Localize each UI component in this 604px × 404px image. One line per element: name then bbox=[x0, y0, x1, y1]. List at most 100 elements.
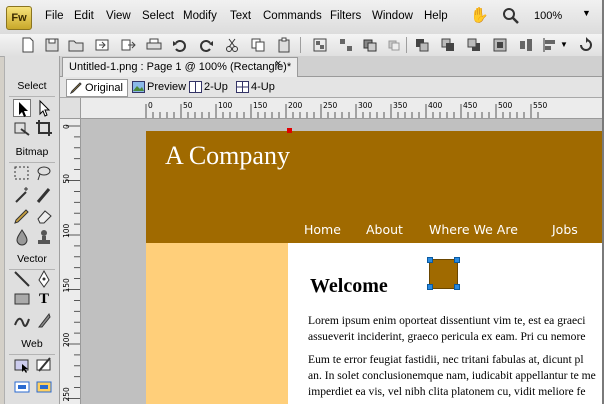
tab-4up-label: 4-Up bbox=[251, 81, 275, 93]
toolbar-separator bbox=[406, 37, 407, 53]
hide-slices-icon[interactable] bbox=[13, 378, 31, 396]
undo-icon[interactable] bbox=[172, 37, 188, 53]
scale-tool-icon[interactable] bbox=[13, 119, 31, 137]
selection-handle[interactable] bbox=[427, 284, 433, 290]
bring-to-front-icon[interactable] bbox=[414, 37, 430, 53]
tools-panel: Select Bitmap Vector T Web bbox=[4, 56, 60, 404]
left-column[interactable] bbox=[146, 243, 288, 404]
new-document-icon[interactable] bbox=[20, 37, 36, 53]
text-tool-icon[interactable]: T bbox=[35, 290, 53, 308]
tab-2up[interactable]: 2-Up bbox=[188, 79, 228, 95]
hand-icon[interactable]: ✋ bbox=[470, 7, 489, 25]
ruler-label: 350 bbox=[393, 101, 408, 110]
ruler-label: 50 bbox=[183, 101, 193, 110]
magic-wand-tool-icon[interactable] bbox=[13, 186, 31, 204]
nav-jobs: Jobs bbox=[552, 222, 578, 237]
tab-2up-label: 2-Up bbox=[204, 81, 228, 93]
vertical-ruler[interactable]: 0 50 100 150 200 250 bbox=[60, 118, 81, 404]
menu-file[interactable]: File bbox=[45, 10, 64, 22]
selection-handle[interactable] bbox=[454, 284, 460, 290]
print-icon[interactable] bbox=[146, 37, 162, 53]
tab-4up[interactable]: 4-Up bbox=[235, 79, 275, 95]
menu-help[interactable]: Help bbox=[424, 10, 448, 22]
send-to-back-icon[interactable] bbox=[492, 37, 508, 53]
crop-tool-icon[interactable] bbox=[35, 119, 53, 137]
chevron-down-icon[interactable]: ▼ bbox=[582, 8, 592, 22]
ungroup-icon[interactable] bbox=[338, 37, 354, 53]
tab-preview[interactable]: Preview bbox=[131, 79, 186, 95]
divider bbox=[9, 354, 55, 355]
distribute-icon[interactable] bbox=[518, 37, 534, 53]
pencil-tool-icon[interactable] bbox=[13, 207, 31, 225]
marquee-tool-icon[interactable] bbox=[13, 164, 31, 182]
paste-icon[interactable] bbox=[276, 37, 292, 53]
menu-edit[interactable]: Edit bbox=[74, 10, 94, 22]
lasso-tool-icon[interactable] bbox=[35, 164, 53, 182]
rectangle-tool-icon[interactable] bbox=[13, 290, 31, 308]
close-icon[interactable]: × bbox=[275, 58, 281, 70]
menu-text[interactable]: Text bbox=[230, 10, 251, 22]
pointer-tool-icon[interactable] bbox=[13, 99, 31, 117]
redo-icon[interactable] bbox=[198, 37, 214, 53]
selection-handle[interactable] bbox=[427, 257, 433, 263]
ruler-label: 450 bbox=[463, 101, 478, 110]
welcome-heading[interactable]: Welcome bbox=[310, 275, 388, 298]
rubber-stamp-tool-icon[interactable] bbox=[35, 228, 53, 246]
group-icon[interactable] bbox=[312, 37, 328, 53]
ruler-origin-marker bbox=[287, 128, 292, 133]
zoom-level[interactable]: 100% bbox=[534, 10, 562, 22]
blur-tool-icon[interactable] bbox=[13, 228, 31, 246]
selection-handle[interactable] bbox=[454, 257, 460, 263]
freeform-tool-icon[interactable] bbox=[13, 311, 31, 329]
horizontal-ruler[interactable]: 0 50 100 150 200 250 300 350 400 450 500 550 bbox=[60, 98, 604, 119]
header-band[interactable]: A Company Home About Where We Are Jobs bbox=[146, 131, 604, 243]
rotate-icon[interactable] bbox=[578, 37, 594, 53]
pen-tool-icon[interactable] bbox=[35, 270, 53, 288]
tab-original[interactable]: Original bbox=[66, 79, 128, 97]
subselection-tool-icon[interactable] bbox=[35, 99, 53, 117]
ruler-label: 150 bbox=[62, 278, 71, 293]
line-tool-icon[interactable] bbox=[13, 270, 31, 288]
nav-home: Home bbox=[304, 222, 341, 237]
slice-tool-icon[interactable] bbox=[35, 356, 53, 374]
ruler-label: 200 bbox=[288, 101, 303, 110]
zoom-icon[interactable] bbox=[502, 7, 520, 25]
knife-tool-icon[interactable] bbox=[35, 311, 53, 329]
ruler-ticks: 0 50 100 150 200 250 bbox=[62, 124, 80, 402]
nav-where-we-are: Where We Are bbox=[429, 222, 518, 237]
bring-forward-icon[interactable] bbox=[440, 37, 456, 53]
menu-commands[interactable]: Commands bbox=[263, 10, 322, 22]
ruler-corner bbox=[60, 98, 81, 119]
ruler-label: 0 bbox=[62, 124, 71, 129]
brush-tool-icon[interactable] bbox=[35, 186, 53, 204]
import-icon[interactable] bbox=[94, 37, 110, 53]
paragraph-2[interactable]: Eum te error feugiat fastidii, nec trita… bbox=[308, 352, 604, 400]
ruler-label: 250 bbox=[62, 387, 71, 402]
menu-view[interactable]: View bbox=[106, 10, 131, 22]
save-icon[interactable] bbox=[44, 37, 60, 53]
menu-modify[interactable]: Modify bbox=[183, 10, 217, 22]
menu-select[interactable]: Select bbox=[142, 10, 174, 22]
chevron-down-icon[interactable]: ▼ bbox=[560, 37, 570, 53]
show-slices-icon[interactable] bbox=[35, 378, 53, 396]
join-icon[interactable] bbox=[362, 37, 378, 53]
document-tab[interactable]: Untitled-1.png : Page 1 @ 100% (Rectangl… bbox=[62, 57, 299, 77]
ruler-label: 50 bbox=[62, 174, 71, 184]
paragraph-1[interactable]: Lorem ipsum enim oporteat dissentiunt vi… bbox=[308, 313, 604, 345]
cut-icon[interactable] bbox=[224, 37, 240, 53]
copy-icon[interactable] bbox=[250, 37, 266, 53]
tab-original-label: Original bbox=[85, 82, 123, 94]
align-icon[interactable] bbox=[542, 37, 558, 53]
eraser-tool-icon[interactable] bbox=[35, 207, 53, 225]
ruler-label: 100 bbox=[62, 223, 71, 238]
menu-filters[interactable]: Filters bbox=[330, 10, 361, 22]
export-icon[interactable] bbox=[120, 37, 136, 53]
hotspot-tool-icon[interactable] bbox=[13, 356, 31, 374]
paragraph-line: assueverit inciderint, graeco pericula e… bbox=[308, 330, 586, 343]
ruler-label: 100 bbox=[218, 101, 233, 110]
open-icon[interactable] bbox=[68, 37, 84, 53]
split-icon[interactable] bbox=[386, 37, 402, 53]
menu-window[interactable]: Window bbox=[372, 10, 413, 22]
send-backward-icon[interactable] bbox=[466, 37, 482, 53]
toolbar-separator bbox=[300, 37, 301, 53]
